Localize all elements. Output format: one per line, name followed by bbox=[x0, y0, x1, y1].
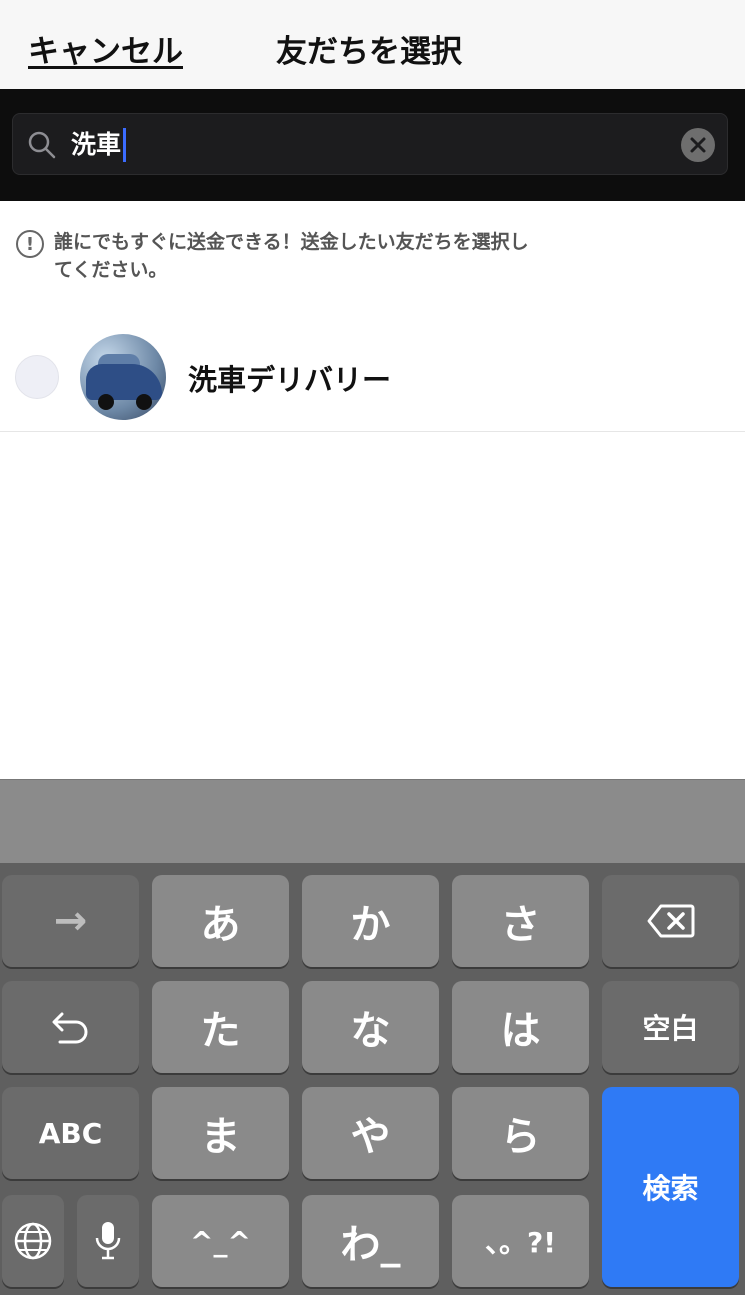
key-sa[interactable]: さ bbox=[452, 875, 589, 967]
friend-name: 洗車デリバリー bbox=[188, 363, 392, 397]
search-field[interactable]: 洗車 bbox=[12, 113, 728, 175]
microphone-icon bbox=[95, 1222, 121, 1260]
globe-icon bbox=[14, 1222, 52, 1260]
key-ha[interactable]: は bbox=[452, 981, 589, 1073]
search-area: 洗車 bbox=[0, 89, 745, 201]
avatar-wheel-rear bbox=[136, 394, 152, 410]
friend-list-item[interactable]: 洗車デリバリー bbox=[0, 324, 745, 432]
key-a[interactable]: あ bbox=[152, 875, 289, 967]
cancel-button[interactable]: キャンセル bbox=[28, 26, 183, 71]
page-title: 友だちを選択 bbox=[276, 34, 462, 70]
key-next-arrow[interactable]: → bbox=[2, 875, 139, 967]
backspace-key[interactable] bbox=[602, 875, 739, 967]
key-ma[interactable]: ま bbox=[152, 1087, 289, 1179]
microphone-key[interactable] bbox=[77, 1195, 139, 1287]
search-icon bbox=[28, 131, 56, 159]
avatar bbox=[80, 334, 166, 420]
abc-key[interactable]: ABC bbox=[2, 1087, 139, 1179]
avatar-car-body bbox=[86, 364, 162, 400]
keyboard: → あ か さ た な は 空白 ABC ま や ら 検索 ^_^ わ_ 、。?… bbox=[0, 863, 745, 1295]
key-na[interactable]: な bbox=[302, 981, 439, 1073]
key-ra[interactable]: ら bbox=[452, 1087, 589, 1179]
space-key[interactable]: 空白 bbox=[602, 981, 739, 1073]
backspace-icon bbox=[647, 904, 694, 938]
key-ka[interactable]: か bbox=[302, 875, 439, 967]
key-wa[interactable]: わ_ bbox=[302, 1195, 439, 1287]
key-ta[interactable]: た bbox=[152, 981, 289, 1073]
notice-text-line2: てください。 bbox=[54, 259, 168, 281]
search-key[interactable]: 検索 bbox=[602, 1087, 739, 1287]
info-notice: ! 誰にでもすぐに送金できる！送金したい友だちを選択し てください。 bbox=[16, 228, 636, 284]
avatar-wheel-front bbox=[98, 394, 114, 410]
notice-text-line1: 誰にでもすぐに送金できる！送金したい友だちを選択し bbox=[54, 231, 529, 253]
key-punctuation[interactable]: 、。?! bbox=[452, 1195, 589, 1287]
keyboard-suggestion-bar bbox=[0, 779, 745, 863]
key-emoticon[interactable]: ^_^ bbox=[152, 1195, 289, 1287]
navigation-header: キャンセル 友だちを選択 bbox=[0, 0, 745, 89]
notice-text: 誰にでもすぐに送金できる！送金したい友だちを選択し てください。 bbox=[54, 228, 529, 284]
key-ya[interactable]: や bbox=[302, 1087, 439, 1179]
info-exclamation-icon: ! bbox=[16, 230, 44, 258]
undo-key[interactable] bbox=[2, 981, 139, 1073]
search-input[interactable]: 洗車 bbox=[71, 126, 127, 164]
clear-search-icon[interactable] bbox=[681, 128, 715, 162]
globe-key[interactable] bbox=[2, 1195, 64, 1287]
text-caret bbox=[123, 128, 127, 162]
select-radio[interactable] bbox=[15, 355, 59, 399]
search-input-value: 洗車 bbox=[71, 130, 122, 159]
undo-icon bbox=[52, 1012, 87, 1044]
